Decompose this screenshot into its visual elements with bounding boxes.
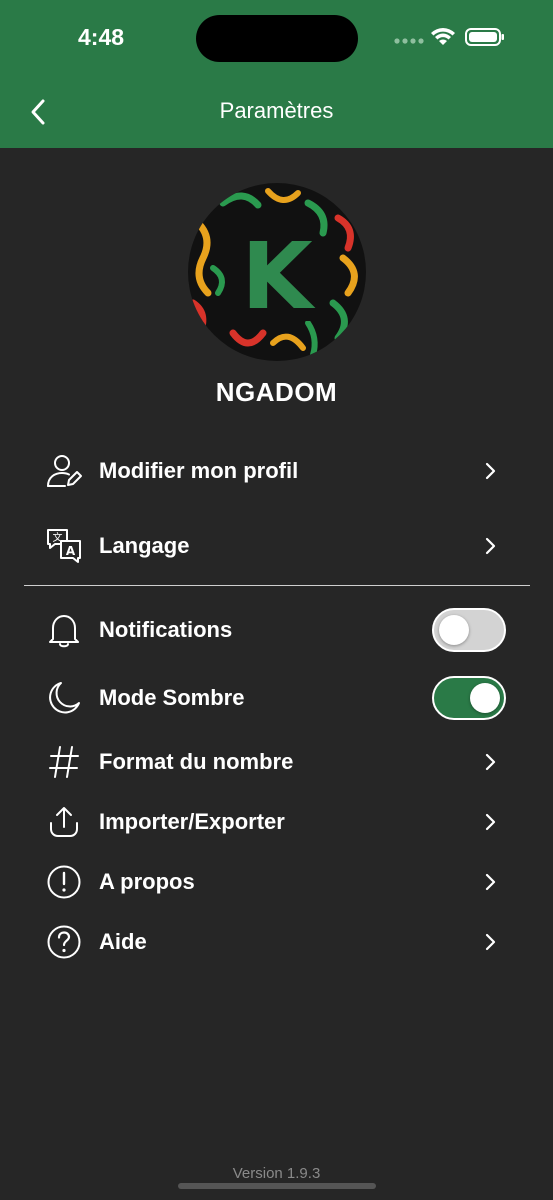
header-bar: 4:48 Paramètres <box>0 0 553 148</box>
menu-item-label: Format du nombre <box>99 749 294 774</box>
translate-icon: 文 A <box>44 526 84 566</box>
menu-item-about[interactable]: A propos <box>0 854 553 910</box>
toggle-knob <box>439 615 469 645</box>
chevron-right-icon <box>485 753 496 771</box>
upload-icon <box>44 802 84 842</box>
info-circle-icon <box>44 862 84 902</box>
menu-item-label: Modifier mon profil <box>99 458 299 483</box>
dark-mode-toggle[interactable] <box>432 676 506 720</box>
svg-text:A: A <box>66 544 76 558</box>
svg-text:K: K <box>241 223 316 330</box>
notifications-toggle[interactable] <box>432 608 506 652</box>
chevron-right-icon <box>485 462 496 480</box>
version-label: Version 1.9.3 <box>232 1165 321 1182</box>
avatar[interactable]: K <box>188 183 366 361</box>
status-time: 4:48 <box>78 24 125 50</box>
avatar-logo: K <box>188 183 366 361</box>
section-divider <box>24 585 530 586</box>
help-circle-icon <box>44 922 84 962</box>
menu-item-language[interactable]: 文 A Langage <box>0 518 553 574</box>
home-indicator[interactable] <box>178 1183 376 1189</box>
battery-icon <box>465 28 504 46</box>
wifi-icon <box>431 28 455 45</box>
menu-item-edit-profile[interactable]: Modifier mon profil <box>0 443 553 499</box>
moon-icon <box>44 678 84 718</box>
menu-item-label: Langage <box>99 533 190 558</box>
setting-label: Mode Sombre <box>99 685 245 710</box>
page-title: Paramètres <box>219 98 334 123</box>
menu-item-import-export[interactable]: Importer/Exporter <box>0 794 553 850</box>
bell-icon <box>44 610 84 650</box>
hash-icon <box>44 742 84 782</box>
chevron-right-icon <box>485 537 496 555</box>
setting-dark-mode: Mode Sombre <box>0 670 553 726</box>
menu-item-number-format[interactable]: Format du nombre <box>0 734 553 790</box>
menu-item-label: A propos <box>99 869 195 894</box>
dynamic-island <box>196 15 358 62</box>
chevron-right-icon <box>485 933 496 951</box>
toggle-knob <box>470 683 500 713</box>
username: NGADOM <box>215 377 338 407</box>
user-edit-icon <box>44 451 84 491</box>
menu-item-help[interactable]: Aide <box>0 914 553 970</box>
chevron-right-icon <box>485 813 496 831</box>
chevron-right-icon <box>485 873 496 891</box>
cellular-signal-icon <box>394 38 424 44</box>
setting-notifications: Notifications <box>0 602 553 658</box>
setting-label: Notifications <box>99 617 233 642</box>
menu-item-label: Importer/Exporter <box>99 809 285 834</box>
menu-item-label: Aide <box>99 929 147 954</box>
